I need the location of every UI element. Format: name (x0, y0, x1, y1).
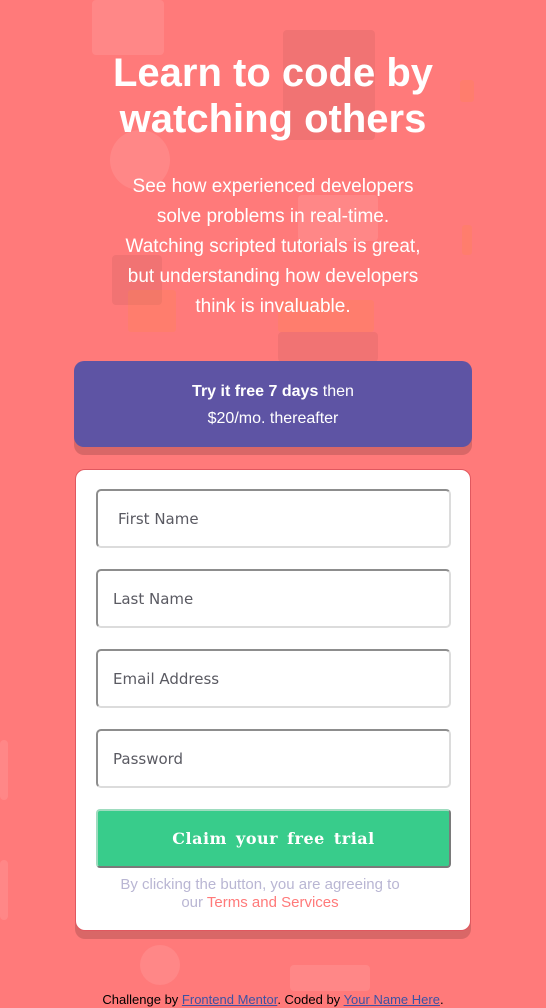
footer-text: . Coded by (277, 992, 344, 1007)
terms-notice: By clicking the button, you are agreeing… (104, 876, 416, 912)
background-decoration (278, 332, 378, 362)
trial-banner: Try it free 7 days then $20/mo. thereaft… (74, 361, 472, 447)
trial-price: $20/mo. thereafter (207, 410, 339, 427)
terms-text: our (181, 894, 207, 911)
footer-text: . (439, 992, 444, 1007)
intro-line: but understanding how developers (127, 266, 419, 287)
email-input[interactable] (96, 649, 451, 708)
page-title-line: Learn to code by (112, 51, 434, 95)
claim-free-trial-button[interactable]: Claim your free trial (96, 809, 451, 868)
terms-text: By clicking the button, you are agreeing… (120, 876, 400, 893)
intro-paragraph: See how experienced developers solve pro… (103, 172, 443, 322)
signup-form: Claim your free trial By clicking the bu… (75, 469, 471, 931)
background-decoration (290, 965, 370, 991)
trial-offer-suffix: then (318, 383, 354, 400)
page-title: Learn to code by watching others (0, 50, 546, 142)
author-link[interactable]: Your Name Here (344, 992, 440, 1007)
frontend-mentor-link[interactable]: Frontend Mentor (182, 992, 277, 1007)
background-decoration (0, 860, 8, 920)
attribution-footer: Challenge by Frontend Mentor. Coded by Y… (0, 992, 546, 1008)
intro-line: Watching scripted tutorials is great, (125, 236, 421, 257)
background-decoration (0, 740, 8, 800)
trial-banner-line: Try it free 7 days then (74, 378, 472, 405)
footer-text: Challenge by (102, 992, 182, 1007)
first-name-input[interactable] (96, 489, 451, 548)
intro-line: solve problems in real-time. (156, 206, 390, 227)
intro-line: See how experienced developers (132, 176, 414, 197)
terms-link[interactable]: Terms and Services (207, 894, 339, 911)
password-input[interactable] (96, 729, 451, 788)
trial-offer-bold: Try it free 7 days (192, 383, 319, 400)
last-name-input[interactable] (96, 569, 451, 628)
page-title-line: watching others (119, 97, 427, 141)
background-decoration (462, 225, 472, 255)
background-decoration (92, 0, 164, 55)
background-decoration (140, 945, 180, 985)
intro-line: think is invaluable. (195, 296, 351, 317)
